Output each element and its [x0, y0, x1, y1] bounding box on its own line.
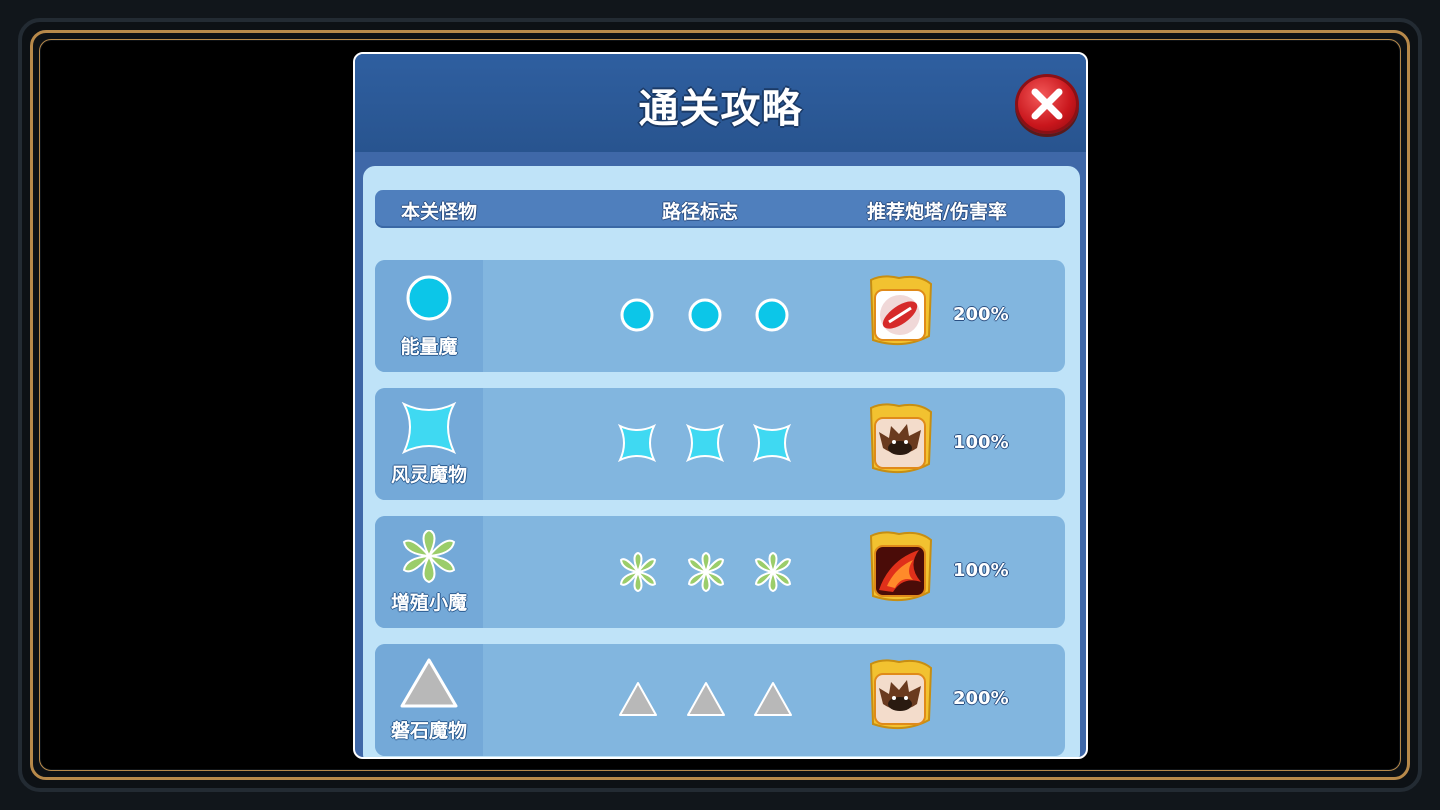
triangle-monster-icon	[400, 658, 458, 708]
table-header: 本关怪物 路径标志 推荐炮塔/伤害率	[375, 190, 1065, 228]
header-path: 路径标志	[662, 201, 739, 223]
monster-row-rock: 磐石魔物 200%	[375, 644, 1065, 756]
clover-path-icon	[687, 552, 725, 592]
monster-name: 增殖小魔	[390, 592, 467, 614]
close-icon	[1031, 88, 1063, 120]
monster-name: 磐石魔物	[390, 720, 467, 742]
circle-monster-icon	[406, 275, 452, 321]
monster-row-wind: 风灵魔物 100%	[375, 388, 1065, 500]
clover-path-icon	[619, 552, 657, 592]
damage-rate: 200%	[953, 688, 1009, 709]
dialog-body: 本关怪物 路径标志 推荐炮塔/伤害率 能量魔 200% 风灵魔物 100% 增殖…	[363, 166, 1080, 757]
star-path-icon	[618, 424, 656, 462]
dialog-header: 通关攻略	[355, 54, 1086, 152]
star-path-icon	[686, 424, 724, 462]
monster-cell: 能量魔	[375, 260, 483, 372]
monster-cell: 增殖小魔	[375, 516, 483, 628]
damage-rate: 100%	[953, 560, 1009, 581]
damage-rate: 200%	[953, 304, 1009, 325]
header-monster: 本关怪物	[401, 201, 478, 223]
circle-path-icon	[688, 298, 722, 332]
monster-cell: 磐石魔物	[375, 644, 483, 756]
star-monster-icon	[401, 402, 457, 455]
header-tower: 推荐炮塔/伤害率	[867, 201, 1007, 223]
damage-rate: 100%	[953, 432, 1009, 453]
strategy-dialog: 通关攻略 本关怪物 路径标志 推荐炮塔/伤害率 能量魔 200% 风灵魔物 10…	[353, 52, 1088, 759]
close-button[interactable]	[1015, 74, 1079, 134]
triangle-path-icon	[619, 682, 657, 716]
red-bottle-tower-icon[interactable]	[863, 274, 935, 350]
monster-row-breed: 增殖小魔 100%	[375, 516, 1065, 628]
star-path-icon	[753, 424, 791, 462]
monster-name: 能量魔	[400, 336, 458, 358]
monster-row-energy: 能量魔 200%	[375, 260, 1065, 372]
monster-name: 风灵魔物	[390, 464, 467, 486]
dark-beast-tower-icon[interactable]	[863, 658, 935, 734]
circle-path-icon	[755, 298, 789, 332]
dialog-title: 通关攻略	[638, 86, 803, 132]
monster-cell: 风灵魔物	[375, 388, 483, 500]
dark-beast-tower-icon[interactable]	[863, 402, 935, 478]
triangle-path-icon	[754, 682, 792, 716]
triangle-path-icon	[687, 682, 725, 716]
clover-path-icon	[754, 552, 792, 592]
fire-tower-icon[interactable]	[863, 530, 935, 606]
clover-monster-icon	[402, 530, 456, 584]
circle-path-icon	[620, 298, 654, 332]
